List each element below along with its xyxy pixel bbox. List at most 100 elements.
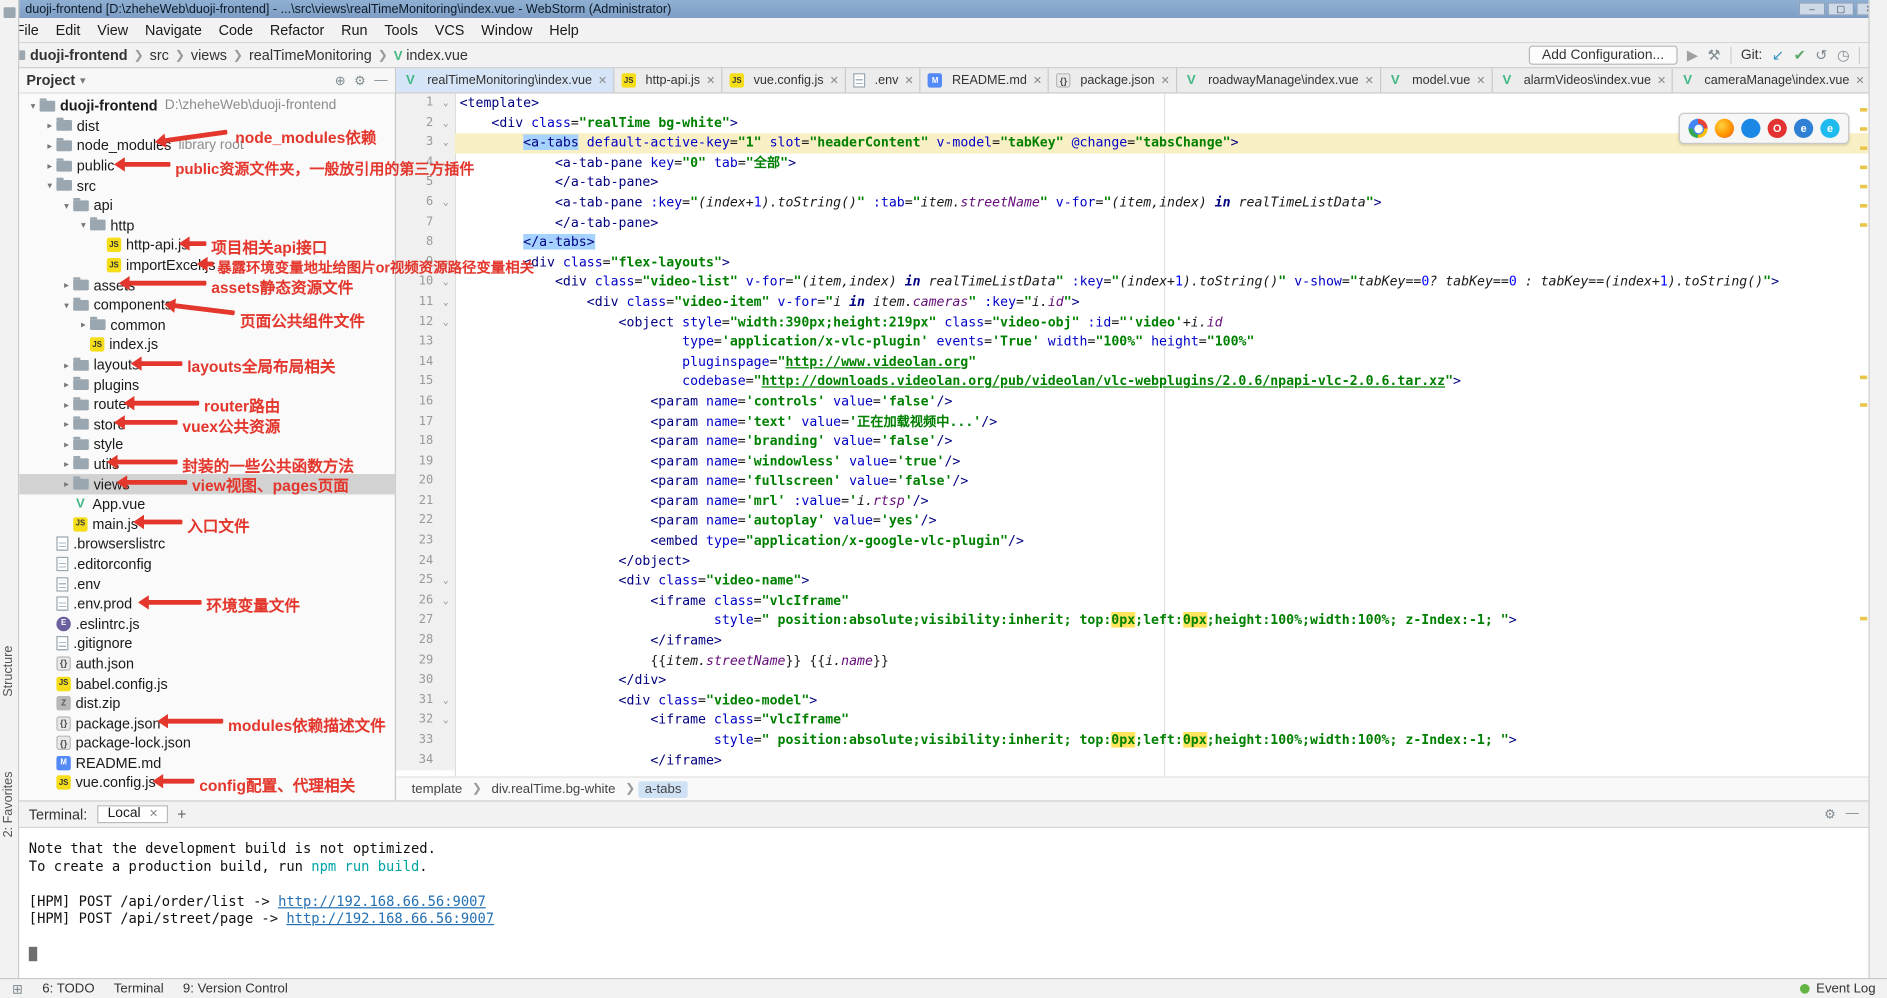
fold-marker[interactable]: ⌄ [437, 273, 455, 293]
tool-window-switcher-icon[interactable]: ⊞ [12, 981, 23, 997]
stripe-mark[interactable] [1860, 146, 1867, 150]
tree-item-duoji-frontend[interactable]: ▾duoji-frontendD:\zheheWeb\duoji-fronten… [19, 96, 395, 116]
tree-item-assets[interactable]: ▸assets [19, 275, 395, 295]
tree-item-.eslintrc.js[interactable]: E.eslintrc.js [19, 614, 395, 634]
code-text[interactable]: <param name='mrl' :value='i.rtsp'/> [455, 492, 1869, 512]
close-icon[interactable]: ✕ [1854, 74, 1864, 87]
editor-breadcrumb-item[interactable]: template [406, 781, 469, 798]
code-text[interactable]: <div class="video-list" v-for="(item,ind… [455, 273, 1869, 293]
chevron-collapsed-icon[interactable]: ▸ [60, 379, 73, 390]
tree-item-.gitignore[interactable]: .gitignore [19, 634, 395, 654]
code-text[interactable]: style=" position:absolute;visibility:inh… [455, 731, 1869, 751]
editor-breadcrumb-item[interactable]: a-tabs [639, 781, 688, 798]
tree-item-App.vue[interactable]: VApp.vue [19, 494, 395, 514]
chrome-browser-icon[interactable] [1688, 119, 1707, 138]
stripe-mark[interactable] [1860, 617, 1867, 621]
breadcrumb-item[interactable]: Vindex.vue [391, 47, 470, 64]
status-item-todo[interactable]: 6: TODO [42, 982, 94, 996]
tree-item-node_modules[interactable]: ▸node_moduleslibrary root [19, 136, 395, 156]
editor-tab[interactable]: Vmodel.vue✕ [1381, 68, 1493, 92]
chevron-collapsed-icon[interactable]: ▸ [77, 320, 90, 331]
menu-navigate[interactable]: Navigate [137, 19, 211, 41]
chevron-expanded-icon[interactable]: ▾ [60, 300, 73, 311]
chevron-collapsed-icon[interactable]: ▸ [43, 140, 56, 151]
code-text[interactable]: <object style="width:390px;height:219px"… [455, 313, 1869, 333]
code-text[interactable]: <iframe class="vlcIframe" [455, 711, 1869, 731]
stripe-mark[interactable] [1860, 403, 1867, 407]
new-terminal-icon[interactable]: + [177, 805, 186, 823]
code-text[interactable]: <param name='branding' value='false'/> [455, 432, 1869, 452]
fold-marker[interactable]: ⌄ [437, 133, 455, 153]
menu-run[interactable]: Run [333, 19, 376, 41]
breadcrumb-item[interactable]: src [147, 47, 171, 64]
code-text[interactable]: <div class="flex-layouts"> [455, 253, 1869, 273]
close-icon[interactable]: ✕ [1159, 74, 1169, 87]
chevron-expanded-icon[interactable]: ▾ [26, 101, 39, 112]
code-text[interactable]: </a-tab-pane> [455, 213, 1869, 233]
tree-item-package-lock.json[interactable]: {}package-lock.json [19, 733, 395, 753]
tree-item-public[interactable]: ▸public [19, 156, 395, 176]
tree-item-index.js[interactable]: JSindex.js [19, 335, 395, 355]
tree-item-src[interactable]: ▾src [19, 176, 395, 196]
editor[interactable]: 1⌄<template>2⌄ <div class="realTime bg-w… [396, 94, 1868, 777]
fold-marker[interactable]: ⌄ [437, 253, 455, 273]
stripe-mark[interactable] [1860, 376, 1867, 380]
chevron-collapsed-icon[interactable]: ▸ [60, 419, 73, 430]
code-text[interactable]: <param name='text' value='正在加载视频中...'/> [455, 412, 1869, 432]
ie-browser-icon[interactable]: e [1820, 119, 1839, 138]
code-text[interactable]: <div class="realTime bg-white"> [455, 114, 1869, 134]
minimize-icon[interactable]: — [1846, 806, 1859, 822]
close-icon[interactable]: ✕ [597, 74, 607, 87]
code-text[interactable]: <a-tab-pane key="0" tab="全部"> [455, 153, 1869, 173]
locate-file-icon[interactable]: ⊕ [335, 73, 346, 89]
tree-item-api[interactable]: ▾api [19, 196, 395, 216]
close-icon[interactable]: ✕ [1475, 74, 1485, 87]
fold-marker[interactable]: ⌄ [437, 591, 455, 611]
tree-item-.browserslistrc[interactable]: .browserslistrc [19, 534, 395, 554]
tree-item-.editorconfig[interactable]: .editorconfig [19, 554, 395, 574]
menu-vcs[interactable]: VCS [426, 19, 472, 41]
tree-item-http[interactable]: ▾http [19, 215, 395, 235]
code-text[interactable]: </iframe> [455, 751, 1869, 771]
gear-icon[interactable]: ⚙ [354, 73, 366, 89]
tree-item-dist.zip[interactable]: Zdist.zip [19, 693, 395, 713]
terminal-link[interactable]: http://192.168.66.56:9007 [286, 910, 494, 927]
tree-item-plugins[interactable]: ▸plugins [19, 375, 395, 395]
menu-code[interactable]: Code [210, 19, 261, 41]
code-text[interactable]: <param name='fullscreen' value='false'/> [455, 472, 1869, 492]
code-text[interactable]: style=" position:absolute;visibility:inh… [455, 611, 1869, 631]
editor-tab[interactable]: ValarmVideos\index.vue✕ [1493, 68, 1674, 92]
fold-marker[interactable]: ⌄ [437, 114, 455, 134]
event-log-button[interactable]: Event Log [1816, 982, 1875, 996]
tree-item-layouts[interactable]: ▸layouts [19, 355, 395, 375]
maximize-button[interactable]: ▢ [1828, 2, 1854, 15]
tree-item-importExcel.js[interactable]: JSimportExcel.js [19, 255, 395, 275]
editor-tab[interactable]: MREADME.md✕ [921, 68, 1049, 92]
chevron-collapsed-icon[interactable]: ▸ [43, 160, 56, 171]
editor-tab[interactable]: JShttp-api.js✕ [614, 68, 722, 92]
chevron-expanded-icon[interactable]: ▾ [60, 200, 73, 211]
add-configuration-button[interactable]: Add Configuration... [1529, 46, 1677, 65]
tree-item-style[interactable]: ▸style [19, 435, 395, 455]
project-panel-title[interactable]: Project [26, 72, 75, 89]
menu-window[interactable]: Window [473, 19, 541, 41]
code-text[interactable]: <iframe class="vlcIframe" [455, 591, 1869, 611]
code-text[interactable]: </a-tab-pane> [455, 173, 1869, 193]
close-icon[interactable]: ✕ [1656, 74, 1666, 87]
fold-marker[interactable]: ⌄ [437, 691, 455, 711]
project-tool-icon[interactable] [3, 7, 15, 18]
chevron-collapsed-icon[interactable]: ▸ [60, 479, 73, 490]
editor-tab[interactable]: VroadwayManage\index.vue✕ [1177, 68, 1381, 92]
tree-item-.env[interactable]: .env [19, 574, 395, 594]
fold-marker[interactable]: ⌄ [437, 193, 455, 213]
code-text[interactable]: <embed type="application/x-google-vlc-pl… [455, 532, 1869, 552]
terminal-output[interactable]: Note that the development build is not o… [19, 828, 1868, 963]
close-icon[interactable]: ✕ [1032, 74, 1042, 87]
code-text[interactable]: </object> [455, 552, 1869, 572]
tree-item-babel.config.js[interactable]: JSbabel.config.js [19, 673, 395, 693]
breadcrumb-item[interactable]: realTimeMonitoring [247, 47, 375, 64]
run-icon[interactable]: ▶ [1687, 47, 1698, 64]
tree-item-common[interactable]: ▸common [19, 315, 395, 335]
menu-tools[interactable]: Tools [376, 19, 426, 41]
close-icon[interactable]: ✕ [148, 807, 158, 820]
